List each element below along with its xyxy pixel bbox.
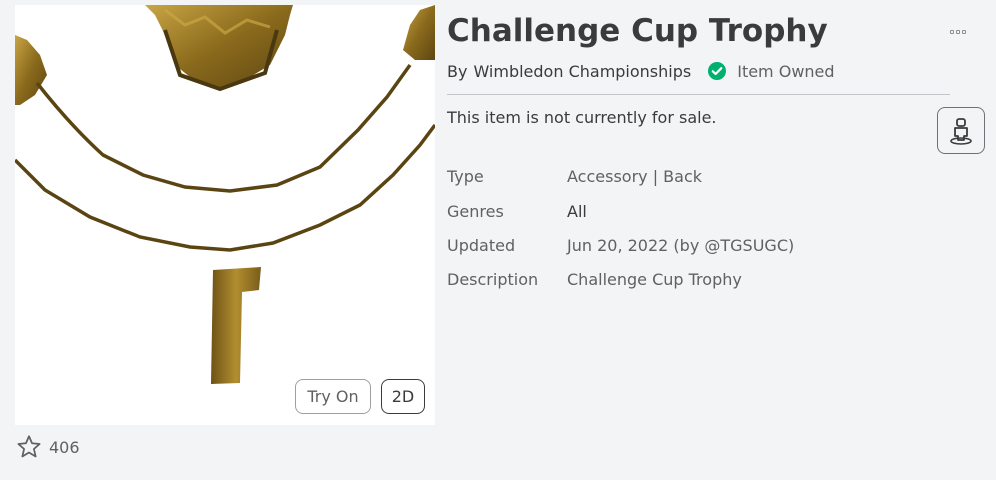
owned-status: Item Owned	[737, 61, 835, 81]
type-value: Accessory | Back	[567, 167, 703, 186]
view-2d-button[interactable]: 2D	[381, 379, 425, 414]
creator-link[interactable]: Wimbledon Championships	[473, 62, 691, 81]
description-value: Challenge Cup Trophy	[567, 270, 742, 289]
by-label: By	[447, 61, 468, 81]
updated-value: Jun 20, 2022 (by @TGSUGC)	[567, 236, 795, 255]
item-thumbnail: Try On 2D	[15, 5, 435, 425]
header-divider	[447, 94, 950, 95]
updated-label: Updated	[447, 236, 516, 255]
favorite-control[interactable]: 406	[15, 433, 80, 461]
favorite-count: 406	[49, 437, 80, 457]
sale-status: This item is not currently for sale.	[447, 108, 717, 127]
star-outline-icon[interactable]	[15, 433, 43, 461]
item-byline: By Wimbledon Championships Item Owned	[447, 61, 835, 81]
genres-value: All	[567, 202, 587, 221]
more-options-icon[interactable]	[946, 26, 970, 38]
description-label: Description	[447, 270, 539, 289]
check-circle-icon	[708, 62, 727, 80]
genres-label: Genres	[447, 202, 504, 221]
item-title: Challenge Cup Trophy	[447, 13, 828, 49]
type-label: Type	[447, 167, 484, 186]
trophy-render	[15, 5, 435, 384]
avatar-preview-button[interactable]	[937, 107, 985, 154]
try-on-button[interactable]: Try On	[295, 379, 371, 414]
avatar-preview-icon	[950, 117, 972, 145]
